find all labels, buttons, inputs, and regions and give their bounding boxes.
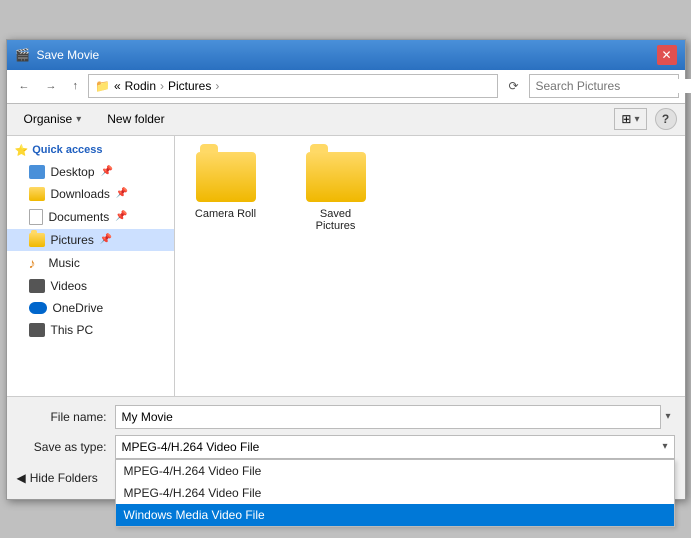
new-folder-button[interactable]: New folder <box>98 108 173 130</box>
pin-icon-downloads: 📌 <box>116 188 128 199</box>
save-dialog: 🎬 Save Movie ✕ ← → ↑ 📁 « Rodin › Picture… <box>6 39 686 500</box>
quick-access-header: ⭐ Quick access <box>7 140 174 161</box>
desktop-icon <box>29 165 45 179</box>
toolbar: Organise ▾ New folder ⊞ ▾ ? <box>7 104 685 136</box>
up-button[interactable]: ↑ <box>67 77 85 95</box>
sidebar-label-desktop: Desktop <box>51 165 95 179</box>
pictures-icon <box>29 233 45 247</box>
path-part-pictures[interactable]: Pictures <box>168 79 211 93</box>
sidebar-label-onedrive: OneDrive <box>53 301 104 315</box>
pin-icon-pictures: 📌 <box>100 234 112 245</box>
filename-label: File name: <box>17 410 107 424</box>
sidebar-item-onedrive[interactable]: OneDrive <box>7 297 174 319</box>
main-content: ⭐ Quick access Desktop 📌 Downloads 📌 Doc… <box>7 136 685 396</box>
sidebar-item-documents[interactable]: Documents 📌 <box>7 205 174 229</box>
quick-access-chevron: ⭐ <box>15 144 29 157</box>
path-sep-2: › <box>215 79 219 93</box>
savetype-menu: MPEG-4/H.264 Video File MPEG-4/H.264 Vid… <box>115 459 675 527</box>
organise-chevron: ▾ <box>76 114 81 125</box>
savetype-label: Save as type: <box>17 440 107 454</box>
pin-icon-documents: 📌 <box>115 211 127 222</box>
filename-input[interactable] <box>115 405 662 429</box>
sidebar-item-pictures[interactable]: Pictures 📌 <box>7 229 174 251</box>
search-input[interactable] <box>536 79 691 93</box>
thispc-icon <box>29 323 45 337</box>
downloads-icon <box>29 187 45 201</box>
organise-label: Organise <box>24 112 73 126</box>
sidebar-item-music[interactable]: ♪ Music <box>7 251 174 275</box>
savetype-dropdown[interactable]: MPEG-4/H.264 Video File ▾ MPEG-4/H.264 V… <box>115 435 675 459</box>
file-area: Camera Roll Saved Pictures <box>175 136 685 396</box>
organise-button[interactable]: Organise ▾ <box>15 108 91 130</box>
hide-folders-arrow: ◀ <box>17 471 26 485</box>
view-chevron: ▾ <box>634 114 639 125</box>
sidebar-label-downloads: Downloads <box>51 187 110 201</box>
back-button[interactable]: ← <box>13 77 36 95</box>
help-button[interactable]: ? <box>655 108 677 130</box>
filename-row: File name: ▾ <box>17 405 675 429</box>
path-icon: 📁 <box>95 79 110 93</box>
sidebar-label-thispc: This PC <box>51 323 94 337</box>
bottom-section: File name: ▾ Save as type: MPEG-4/H.264 … <box>7 396 685 499</box>
savetype-current-label: MPEG-4/H.264 Video File <box>122 440 260 454</box>
sidebar-item-downloads[interactable]: Downloads 📌 <box>7 183 174 205</box>
folder-item-camera-roll[interactable]: Camera Roll <box>191 152 261 220</box>
sidebar-item-desktop[interactable]: Desktop 📌 <box>7 161 174 183</box>
camera-roll-label: Camera Roll <box>195 208 256 220</box>
path-sep-1: › <box>160 79 164 93</box>
sidebar-label-music: Music <box>49 256 80 270</box>
dialog-title: Save Movie <box>37 48 100 62</box>
music-icon: ♪ <box>29 255 43 271</box>
videos-icon <box>29 279 45 293</box>
documents-icon <box>29 209 43 225</box>
filename-dropdown-arrow: ▾ <box>665 411 670 422</box>
savetype-row: Save as type: MPEG-4/H.264 Video File ▾ … <box>17 435 675 459</box>
address-bar: ← → ↑ 📁 « Rodin › Pictures › ⟳ 🔍 <box>7 70 685 104</box>
savetype-option-2[interactable]: Windows Media Video File <box>116 504 674 526</box>
savetype-option-1[interactable]: MPEG-4/H.264 Video File <box>116 482 674 504</box>
sidebar-item-thispc[interactable]: This PC <box>7 319 174 341</box>
savetype-chevron: ▾ <box>662 441 667 452</box>
sidebar: ⭐ Quick access Desktop 📌 Downloads 📌 Doc… <box>7 136 175 396</box>
savetype-current[interactable]: MPEG-4/H.264 Video File ▾ <box>115 435 675 459</box>
saved-pictures-label: Saved Pictures <box>301 208 371 232</box>
sidebar-item-videos[interactable]: Videos <box>7 275 174 297</box>
saved-pictures-icon <box>306 152 366 202</box>
sidebar-label-documents: Documents <box>49 210 110 224</box>
title-bar-left: 🎬 Save Movie <box>15 47 100 63</box>
quick-access-label: Quick access <box>32 144 102 156</box>
hide-folders-button[interactable]: ◀ Hide Folders <box>17 471 98 485</box>
path-part-rodin[interactable]: Rodin <box>125 79 156 93</box>
movie-icon: 🎬 <box>15 47 31 63</box>
savetype-option-0[interactable]: MPEG-4/H.264 Video File <box>116 460 674 482</box>
forward-button[interactable]: → <box>40 77 63 95</box>
path-root: « <box>114 79 121 93</box>
sidebar-label-videos: Videos <box>51 279 87 293</box>
onedrive-icon <box>29 302 47 314</box>
view-icon: ⊞ <box>621 112 631 126</box>
pin-icon-desktop: 📌 <box>101 166 113 177</box>
folder-item-saved-pictures[interactable]: Saved Pictures <box>301 152 371 232</box>
address-path[interactable]: 📁 « Rodin › Pictures › <box>88 74 498 98</box>
title-bar: 🎬 Save Movie ✕ <box>7 40 685 70</box>
refresh-button[interactable]: ⟳ <box>502 76 524 96</box>
camera-roll-icon <box>196 152 256 202</box>
sidebar-label-pictures: Pictures <box>51 233 94 247</box>
close-button[interactable]: ✕ <box>657 45 677 65</box>
view-button[interactable]: ⊞ ▾ <box>614 108 646 130</box>
hide-folders-label: Hide Folders <box>30 471 98 485</box>
new-folder-label: New folder <box>107 112 164 126</box>
search-box[interactable]: 🔍 <box>529 74 679 98</box>
